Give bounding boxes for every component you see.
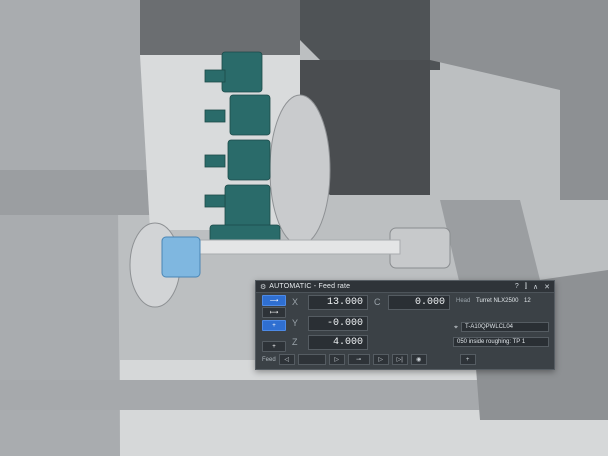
head-value: Turret NLX2500: [476, 298, 519, 304]
feed-forward-button[interactable]: ▷: [328, 354, 345, 365]
axis-y-value: -0.000: [308, 316, 368, 331]
machine-3d-view[interactable]: [0, 0, 608, 456]
head-label: Head: [456, 298, 471, 304]
axis-x-value: 13.000: [308, 295, 368, 310]
axis-c-label: C: [374, 297, 381, 307]
axis-c-value: 0.000: [388, 295, 450, 310]
close-icon[interactable]: ✕: [544, 283, 550, 291]
operation-select[interactable]: 050 inside roughing: TP 1: [453, 337, 549, 347]
head-number: 12: [524, 298, 531, 304]
left-housing-band: [0, 170, 150, 215]
mode-button-2[interactable]: ⟼: [262, 307, 286, 318]
axis-z-label: Z: [292, 337, 298, 347]
axis-y-label: Y: [292, 318, 299, 328]
panel-window-controls: ? ⫿ ∧ ✕: [515, 283, 550, 291]
panel-title: AUTOMATIC - Feed rate: [269, 283, 351, 290]
help-icon[interactable]: ?: [515, 283, 519, 291]
add-button[interactable]: +: [459, 354, 476, 365]
mode-button-3[interactable]: +: [262, 320, 286, 331]
pin-icon[interactable]: ⫿: [525, 283, 527, 291]
chuck-jaw: [161, 236, 201, 278]
top-right-housing: [300, 0, 440, 70]
feed-back-button[interactable]: ◁: [278, 354, 295, 365]
collapse-icon[interactable]: ∧: [533, 283, 538, 291]
axis-x-label: X: [292, 297, 299, 307]
play-button[interactable]: ▷: [372, 354, 389, 365]
feed-slider[interactable]: [297, 354, 326, 365]
feed-controls: Feed ◁ ▷ ⊸ ▷ ▷| ◉ +: [262, 354, 476, 365]
top-housing: [140, 0, 300, 55]
tool-field[interactable]: T-A10QPWLCL04: [461, 322, 549, 332]
record-button[interactable]: ◉: [410, 354, 427, 365]
feed-label: Feed: [262, 356, 276, 363]
skip-end-button[interactable]: ▷|: [391, 354, 408, 365]
axis-z-value: 4.000: [308, 335, 368, 350]
machine-icon: ⚙: [260, 283, 267, 291]
turret-disk: [269, 94, 331, 246]
workpiece: [199, 239, 401, 255]
single-block-button[interactable]: ⊸: [347, 354, 370, 365]
mode-button-1[interactable]: ⟶: [262, 295, 286, 306]
tool-icon: ⌖: [454, 324, 458, 331]
mode-button-4[interactable]: +: [262, 341, 286, 352]
automatic-feed-panel: ⚙ AUTOMATIC - Feed rate ? ⫿ ∧ ✕ ⟶ ⟼ + + …: [255, 280, 555, 370]
panel-title-bar[interactable]: ⚙ AUTOMATIC - Feed rate ? ⫿ ∧ ✕: [256, 281, 554, 293]
